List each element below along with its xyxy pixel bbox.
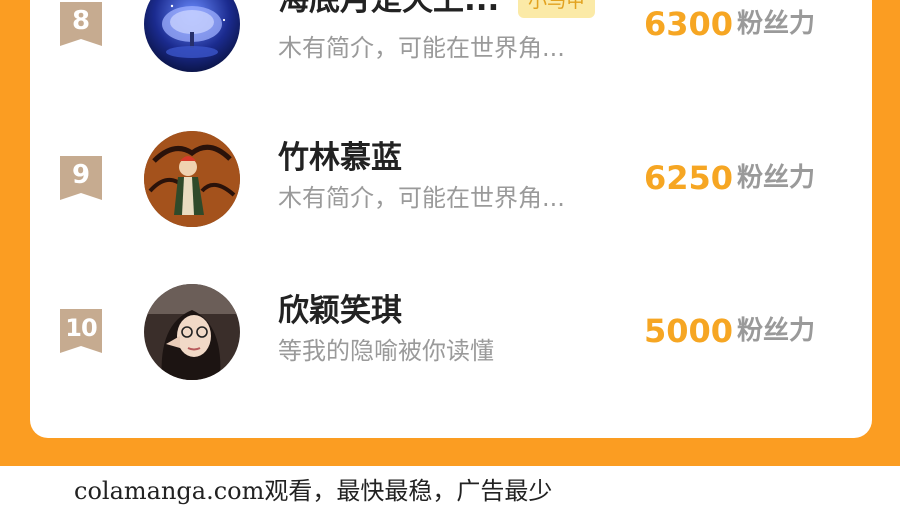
fans-label: 粉丝力	[737, 316, 816, 346]
ranking-row-8[interactable]: 8 海底月是天上... 小马甲 木有简介，可能在世界角... 6300 粉丝力	[0, 0, 900, 80]
ranking-row-9[interactable]: 9 竹林慕蓝 木有简介，可能在世界角... 6250 粉丝力	[0, 124, 900, 234]
user-avatar[interactable]	[144, 284, 240, 380]
rank-badge: 9	[60, 156, 102, 200]
girl-photo-avatar-icon	[144, 284, 240, 380]
page: 8 海底月是天上... 小马甲 木有简介，可能在世界角... 6300 粉丝力 …	[0, 0, 900, 529]
fans-label: 粉丝力	[737, 163, 816, 193]
fans-count: 6300	[644, 5, 734, 43]
rank-badge: 8	[60, 2, 102, 46]
user-avatar[interactable]	[144, 0, 240, 72]
watermark-text: colamanga.com观看，最快最稳，广告最少	[74, 477, 553, 505]
ranking-row-10[interactable]: 10 欣颖笑琪 等我的隐喻被你读懂 5000 粉丝力	[0, 277, 900, 387]
user-avatar[interactable]	[144, 131, 240, 227]
user-description: 木有简介，可能在世界角...	[278, 34, 565, 62]
fans-label: 粉丝力	[737, 9, 816, 39]
user-name: 竹林慕蓝	[278, 140, 402, 176]
user-description: 等我的隐喻被你读懂	[278, 337, 494, 365]
user-name: 海底月是天上...	[278, 0, 500, 18]
fans-count: 5000	[644, 312, 734, 350]
tree-night-avatar-icon	[144, 0, 240, 72]
user-description: 木有简介，可能在世界角...	[278, 184, 565, 212]
rank-badge: 10	[60, 309, 102, 353]
fans-count: 6250	[644, 159, 734, 197]
anime-character-avatar-icon	[144, 131, 240, 227]
user-tag-badge: 小马甲	[518, 0, 596, 18]
user-name: 欣颖笑琪	[278, 293, 402, 329]
